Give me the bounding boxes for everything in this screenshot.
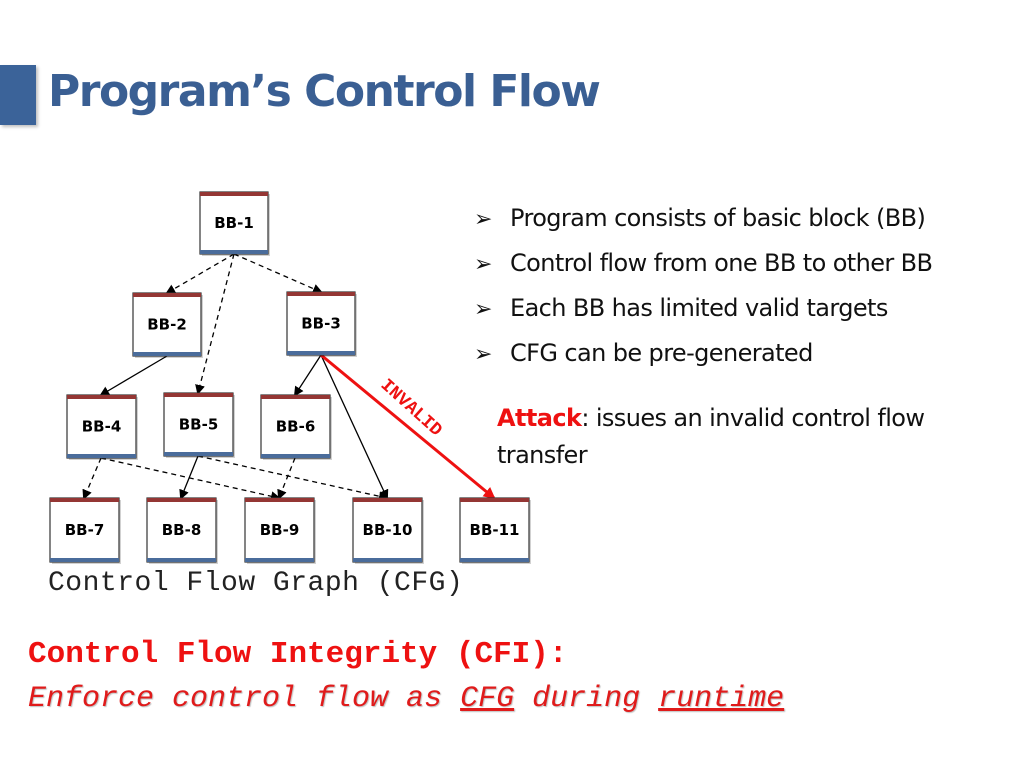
node-bb-2: BB-2 [132, 292, 203, 358]
node-bb-6: BB-6 [260, 394, 332, 460]
cfi-sub-cfg: CFG [460, 682, 515, 716]
edge-bb-2-to-bb-4 [99, 355, 168, 397]
bullet-item: ➢ CFG can be pre-generated [474, 333, 932, 378]
node-label: BB-1 [214, 214, 254, 232]
edge-bb-5-to-bb-10 [197, 455, 389, 502]
node-bb-4: BB-4 [66, 394, 138, 460]
node-label: BB-2 [147, 316, 187, 334]
arrowhead-bullet-icon: ➢ [474, 297, 492, 322]
bullet-text: CFG can be pre-generated [510, 339, 813, 367]
attack-note: Attack: issues an invalid control flow t… [497, 400, 1007, 474]
bullet-text: Each BB has limited valid targets [510, 294, 888, 322]
attack-keyword: Attack [497, 404, 582, 432]
cfi-sub-text: Enforce control flow as [28, 682, 461, 716]
arrowhead-bullet-icon: ➢ [474, 252, 492, 277]
bullet-item: ➢ Each BB has limited valid targets [474, 288, 932, 333]
node-label: BB-9 [260, 521, 300, 539]
cfi-sub-runtime: runtime [658, 682, 785, 716]
cfi-title: Control Flow Integrity (CFI): [28, 637, 568, 672]
node-bb-7: BB-7 [49, 497, 121, 564]
bullet-text: Program consists of basic block (BB) [510, 204, 926, 232]
node-bb-10: BB-10 [352, 497, 424, 564]
cfg-caption: Control Flow Graph (CFG) [48, 568, 464, 599]
node-bb-8: BB-8 [146, 497, 218, 564]
node-label: BB-11 [470, 521, 520, 539]
node-bb-11: BB-11 [459, 497, 531, 564]
edge-bb-4-to-bb-9 [100, 457, 281, 502]
node-label: BB-3 [301, 315, 341, 333]
edge-bb-1-to-bb-3 [233, 253, 323, 294]
bullet-list: ➢ Program consists of basic block (BB) ➢ C… [474, 198, 933, 378]
node-label: BB-4 [82, 418, 122, 436]
arrowhead-bullet-icon: ➢ [474, 342, 492, 367]
edge-bb-6-to-bb-9 [277, 457, 296, 500]
cfi-sub-text: during [514, 682, 659, 716]
edge-bb-3-to-bb-6 [293, 354, 322, 397]
edge-bb-4-to-bb-7 [82, 457, 102, 500]
bullet-text: Control flow from one BB to other BB [510, 249, 933, 277]
node-label: BB-10 [363, 521, 413, 539]
cfi-subtitle: Enforce control flow as CFG during runti… [28, 682, 784, 716]
bullet-item: ➢ Control flow from one BB to other BB [474, 243, 933, 288]
node-label: BB-7 [65, 521, 105, 539]
node-bb-9: BB-9 [244, 497, 316, 564]
bullet-item: ➢ Program consists of basic block (BB) [474, 198, 932, 243]
node-bb-3: BB-3 [286, 291, 357, 357]
arrowhead-bullet-icon: ➢ [474, 207, 492, 232]
node-bb-5: BB-5 [163, 392, 235, 458]
node-label: BB-6 [276, 418, 316, 436]
node-label: BB-5 [179, 416, 219, 434]
edge-bb-1-to-bb-5 [195, 253, 235, 395]
node-bb-1: BB-1 [199, 191, 270, 256]
node-label: BB-8 [162, 521, 202, 539]
edge-bb-1-to-bb-2 [165, 253, 235, 295]
edge-bb-3-to-bb-11 [320, 353, 496, 500]
